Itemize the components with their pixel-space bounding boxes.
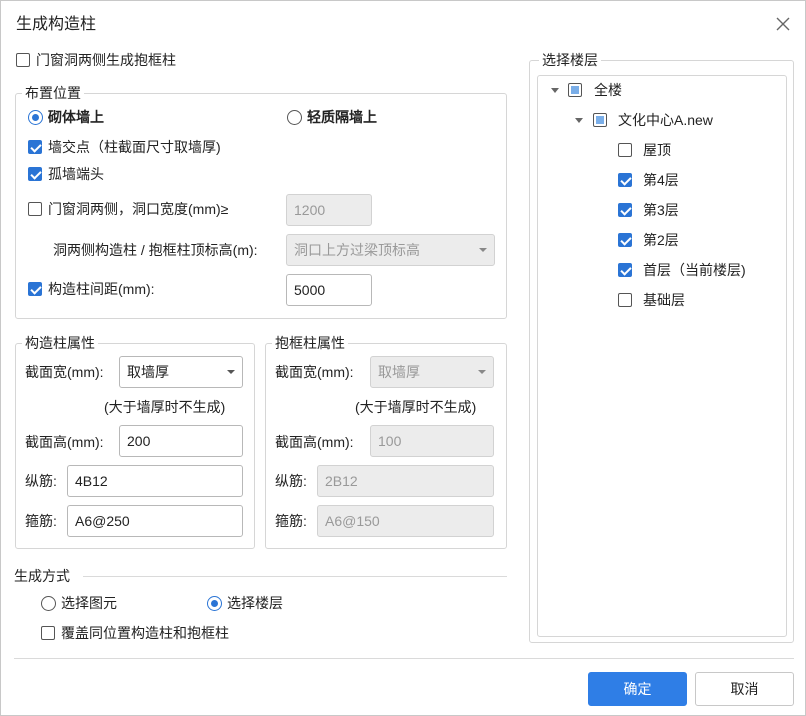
gzz-long-input[interactable]: 4B12 [67, 465, 243, 497]
isolated-end-checkbox[interactable] [28, 167, 42, 181]
top-elevation-label: 洞两侧构造柱 / 抱框柱顶标高(m): [53, 242, 258, 258]
dialog-title: 生成构造柱 [16, 16, 97, 33]
gzz-width-select[interactable]: 取墙厚 [119, 356, 243, 388]
wall-intersection-label: 墙交点（柱截面尺寸取墙厚) [48, 139, 221, 155]
dialog: 生成构造柱 门窗洞两侧生成抱框柱 布置位置 砌体墙上 轻质隔墙上 墙交点（柱截面… [0, 0, 806, 716]
method-label: 生成方式 [14, 568, 70, 584]
gzz-width-label: 截面宽(mm): [25, 364, 104, 380]
floor-label-4: 第4层 [643, 172, 679, 188]
bkz-width-label: 截面宽(mm): [275, 364, 354, 380]
gzz-props-label: 构造柱属性 [22, 334, 98, 352]
bkz-long-label: 纵筋: [275, 473, 307, 489]
radio-light-wall-label: 轻质隔墙上 [307, 109, 377, 125]
wall-intersection-checkbox[interactable] [28, 140, 42, 154]
gen-both-sides-checkbox[interactable] [16, 53, 30, 67]
gzz-note: (大于墙厚时不生成) [104, 399, 226, 415]
floor-label-3: 第3层 [643, 202, 679, 218]
spacing-label: 构造柱间距(mm): [48, 281, 155, 297]
spacing-checkbox[interactable] [28, 282, 42, 296]
top-elevation-select[interactable]: 洞口上方过梁顶标高 [286, 234, 495, 266]
bkz-stirrup-input[interactable]: A6@150 [317, 505, 494, 537]
radio-select-floor[interactable] [207, 596, 222, 611]
floor-label-1: 首层（当前楼层) [643, 262, 746, 278]
opening-sides-checkbox[interactable] [28, 202, 42, 216]
floor-checkbox-2[interactable] [618, 233, 632, 247]
bkz-note: (大于墙厚时不生成) [355, 399, 477, 415]
overwrite-label: 覆盖同位置构造柱和抱框柱 [61, 625, 229, 641]
bkz-height-input[interactable]: 100 [370, 425, 494, 457]
radio-select-floor-label: 选择楼层 [227, 595, 283, 611]
bkz-stirrup-label: 箍筋: [275, 513, 307, 529]
tree-project-label: 文化中心A.new [618, 112, 713, 128]
spacing-input[interactable]: 5000 [286, 274, 372, 306]
floor-label-roof: 屋顶 [643, 142, 671, 158]
opening-sides-label: 门窗洞两侧，洞口宽度(mm)≥ [48, 201, 229, 217]
floor-checkbox-3[interactable] [618, 203, 632, 217]
tree-root-label: 全楼 [594, 82, 622, 98]
gzz-height-input[interactable]: 200 [119, 425, 243, 457]
bkz-height-label: 截面高(mm): [275, 434, 354, 450]
radio-light-wall[interactable] [287, 110, 302, 125]
root-checkbox[interactable] [568, 83, 582, 97]
radio-select-element[interactable] [41, 596, 56, 611]
gzz-height-label: 截面高(mm): [25, 434, 104, 450]
overwrite-checkbox[interactable] [41, 626, 55, 640]
cancel-button[interactable]: 取消 [695, 672, 794, 706]
ok-button[interactable]: 确定 [588, 672, 687, 706]
floor-checkbox-4[interactable] [618, 173, 632, 187]
gzz-stirrup-input[interactable]: A6@250 [67, 505, 243, 537]
placement-group-label: 布置位置 [22, 84, 84, 102]
opening-width-input[interactable]: 1200 [286, 194, 372, 226]
gen-both-sides-label: 门窗洞两侧生成抱框柱 [36, 52, 176, 68]
method-separator [83, 576, 507, 577]
floor-label-2: 第2层 [643, 232, 679, 248]
radio-select-element-label: 选择图元 [61, 595, 117, 611]
floor-label-foundation: 基础层 [643, 292, 685, 308]
radio-masonry[interactable] [28, 110, 43, 125]
floor-checkbox-1[interactable] [618, 263, 632, 277]
floor-checkbox-roof[interactable] [618, 143, 632, 157]
gzz-long-label: 纵筋: [25, 473, 57, 489]
bkz-long-input[interactable]: 2B12 [317, 465, 494, 497]
close-icon[interactable] [773, 14, 793, 34]
gzz-stirrup-label: 箍筋: [25, 513, 57, 529]
isolated-end-label: 孤墙端头 [48, 166, 104, 182]
bkz-width-select[interactable]: 取墙厚 [370, 356, 494, 388]
radio-masonry-label: 砌体墙上 [48, 109, 104, 125]
collapse-project-icon[interactable] [575, 118, 583, 123]
collapse-root-icon[interactable] [551, 88, 559, 93]
project-checkbox[interactable] [593, 113, 607, 127]
floor-checkbox-foundation[interactable] [618, 293, 632, 307]
bkz-props-label: 抱框柱属性 [272, 334, 348, 352]
floor-select-label: 选择楼层 [539, 51, 601, 69]
footer-separator [14, 658, 794, 659]
